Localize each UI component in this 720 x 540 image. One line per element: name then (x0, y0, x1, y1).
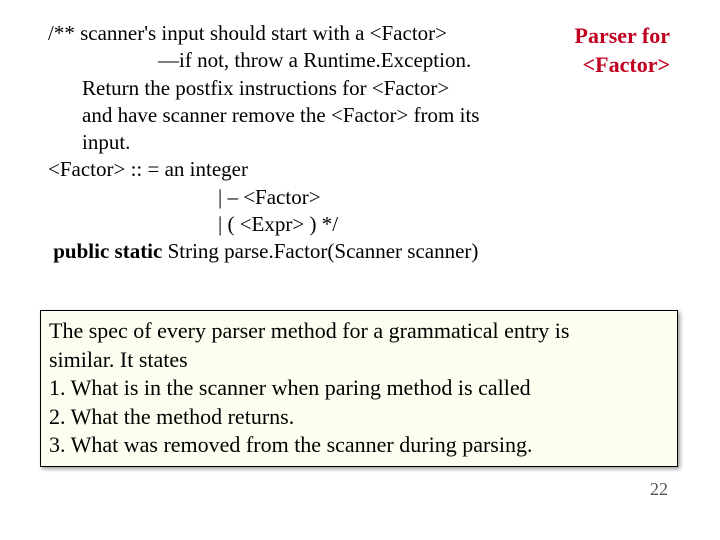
code-line-4: and have scanner remove the <Factor> fro… (48, 102, 518, 157)
keyword-public-static: public static (53, 239, 162, 263)
note-intro-1: The spec of every parser method for a gr… (49, 317, 669, 346)
callout-label: Parser for <Factor> (575, 22, 671, 79)
spec-note: The spec of every parser method for a gr… (40, 310, 678, 467)
code-line-8: public static String parse.Factor(Scanne… (48, 238, 518, 265)
note-item-2: 2. What the method returns. (49, 403, 669, 432)
note-item-1: 1. What is in the scanner when paring me… (49, 374, 669, 403)
code-line-3: Return the postfix instructions for <Fac… (48, 75, 518, 102)
javadoc-spec: /** scanner's input should start with a … (48, 20, 518, 266)
note-item-3: 3. What was removed from the scanner dur… (49, 431, 669, 460)
code-line-6: | – <Factor> (48, 184, 518, 211)
code-line-2: —if not, throw a Runtime.Exception. (48, 47, 518, 74)
note-intro-2: similar. It states (49, 346, 669, 375)
code-line-5: <Factor> :: = an integer (48, 156, 518, 183)
page-number: 22 (650, 479, 668, 500)
code-line-1: /** scanner's input should start with a … (48, 20, 518, 47)
callout-line2: <Factor> (575, 51, 671, 80)
callout-line1: Parser for (575, 22, 671, 51)
code-line-7: | ( <Expr> ) */ (48, 211, 518, 238)
method-signature: String parse.Factor(Scanner scanner) (162, 239, 478, 263)
slide: Parser for <Factor> /** scanner's input … (0, 0, 720, 540)
